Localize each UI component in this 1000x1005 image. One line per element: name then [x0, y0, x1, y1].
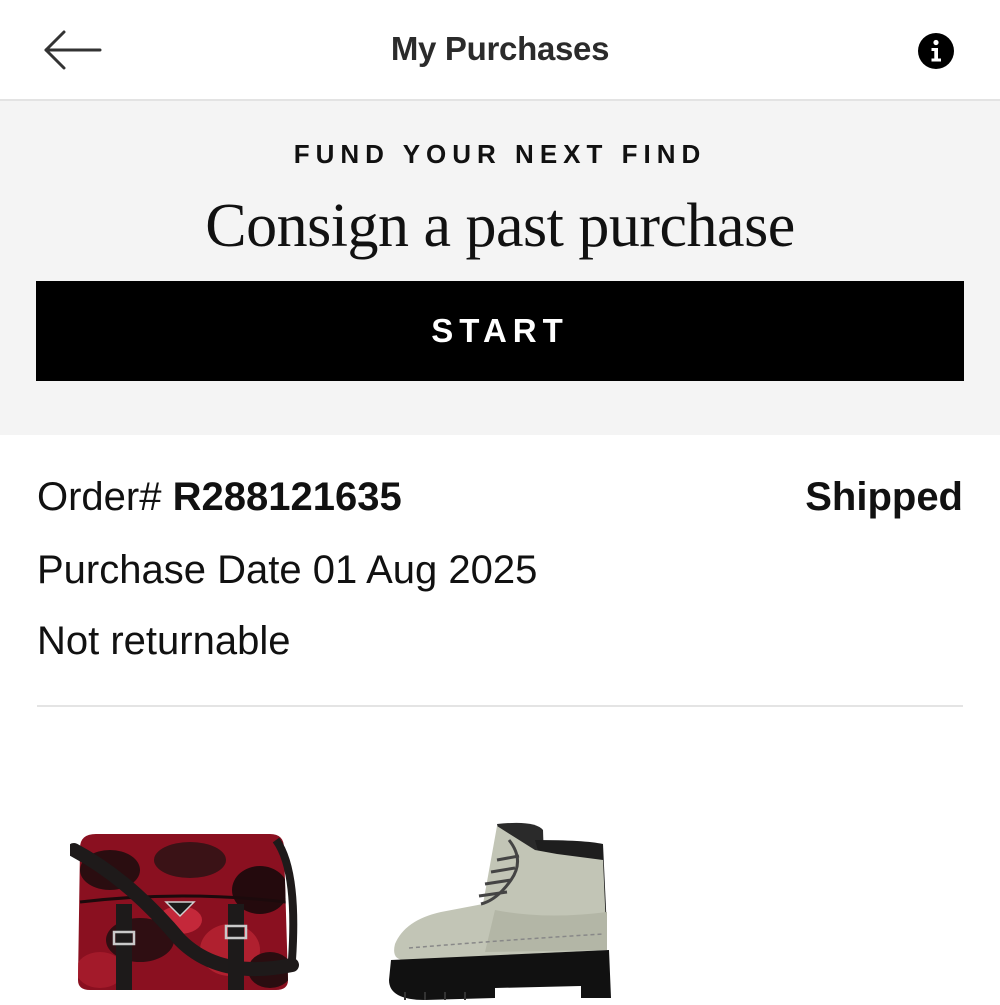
purchase-date-value: 01 Aug 2025: [312, 548, 538, 592]
boot-image: [389, 822, 611, 1000]
promo-eyebrow: FUND YOUR NEXT FIND: [293, 139, 707, 169]
purchase-date-label: Purchase Date: [37, 548, 302, 592]
order-number: Order# R288121635: [37, 475, 402, 520]
order-status-badge: Shipped: [805, 475, 963, 519]
top-bar: My Purchases: [0, 0, 1000, 101]
info-icon: [918, 33, 954, 69]
order-number-value: R288121635: [172, 475, 402, 519]
return-policy: Not returnable: [37, 619, 291, 663]
order-number-label: Order#: [37, 475, 162, 519]
promo-heading: Consign a past purchase: [205, 192, 795, 260]
messenger-bag-image: [67, 834, 299, 990]
order-summary: Order# R288121635 Shipped Purchase Date …: [37, 435, 963, 707]
product-thumbnail-boot[interactable]: [385, 820, 615, 1000]
start-button[interactable]: START: [36, 281, 964, 381]
page-title: My Purchases: [390, 30, 610, 67]
info-button[interactable]: [916, 31, 956, 71]
consign-promo-banner: FUND YOUR NEXT FIND Consign a past purch…: [0, 101, 1000, 435]
purchase-date: Purchase Date 01 Aug 2025: [37, 548, 537, 593]
product-thumbnail-bag[interactable]: [67, 830, 302, 1000]
